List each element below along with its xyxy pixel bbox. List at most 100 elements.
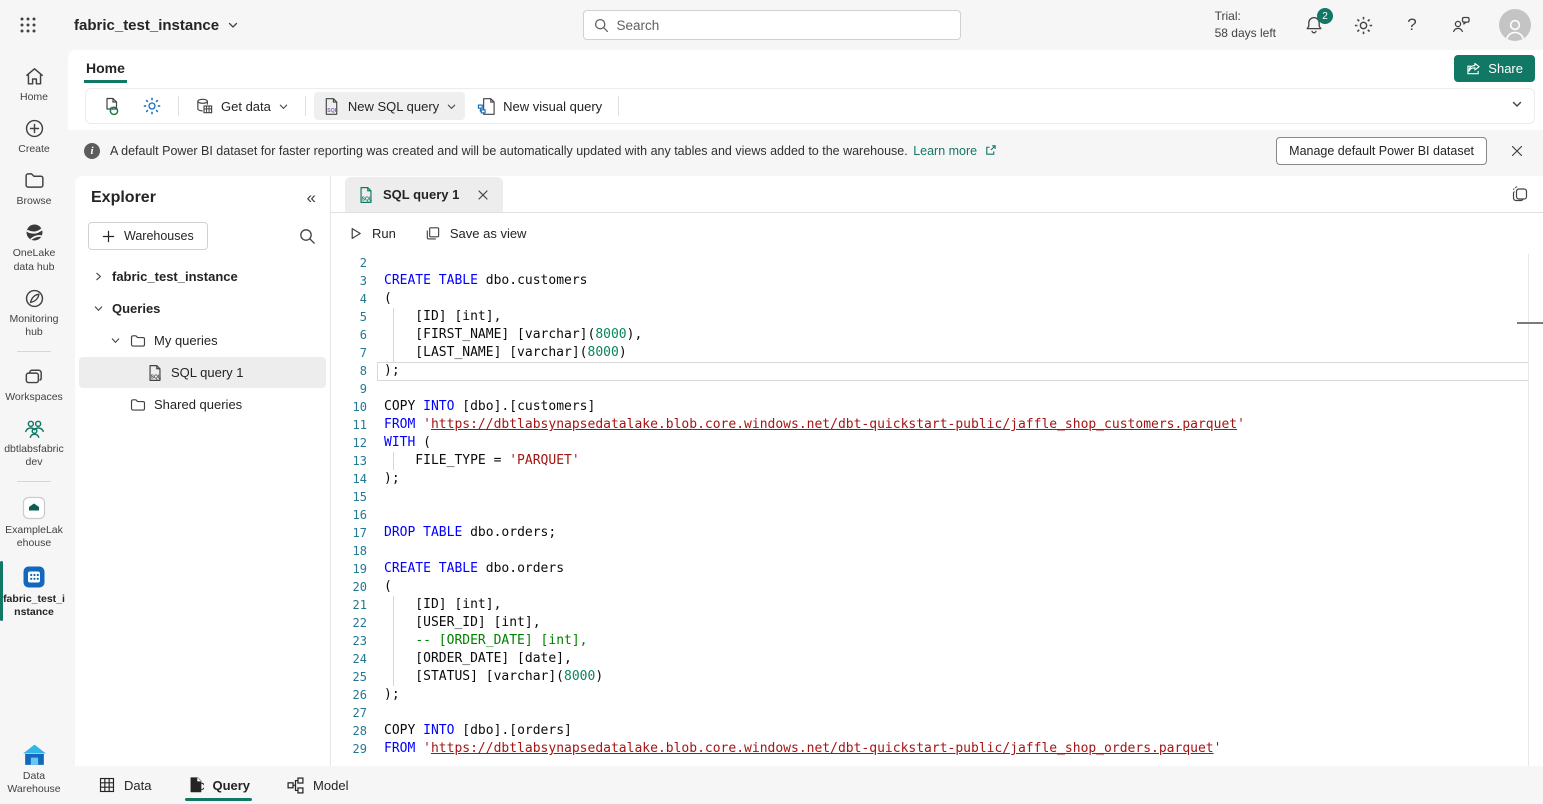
user-avatar[interactable] (1499, 9, 1531, 41)
code-line-24[interactable]: 24 [ORDER_DATE] [date], (331, 650, 1529, 668)
tree-item-fabric-test-instance[interactable]: fabric_test_instance (79, 261, 326, 292)
code-line-3[interactable]: 3CREATE TABLE dbo.customers (331, 272, 1529, 290)
rail-item-create[interactable]: Create (0, 110, 68, 162)
code-line-11[interactable]: 11FROM 'https://dbtlabsynapsedatalake.bl… (331, 416, 1529, 434)
code-text: [ORDER_DATE] [date], (384, 650, 572, 668)
chevron-down-icon[interactable] (91, 303, 105, 314)
code-line-2[interactable]: 2 (331, 254, 1529, 272)
code-line-29[interactable]: 29FROM 'https://dbtlabsynapsedatalake.bl… (331, 740, 1529, 758)
tab-sql-query-1[interactable]: SQL SQL query 1 (345, 177, 503, 212)
browse-icon (23, 169, 46, 192)
rail-item-dbtlabsfabricdev[interactable]: dbtlabsfabricdev (0, 410, 68, 475)
code-line-5[interactable]: 5 [ID] [int], (331, 308, 1529, 326)
rail-item-examplelakehouse[interactable]: ExampleLakehouse (0, 488, 68, 556)
help-icon[interactable]: ? (1401, 14, 1423, 36)
settings-gear-icon[interactable] (1352, 14, 1374, 36)
new-visual-query-button[interactable]: New visual query (469, 92, 610, 120)
code-line-25[interactable]: 25 [STATUS] [varchar](8000) (331, 668, 1529, 686)
add-warehouses-button[interactable]: Warehouses (88, 222, 208, 250)
explorer-search-icon[interactable] (299, 228, 316, 245)
code-line-7[interactable]: 7 [LAST_NAME] [varchar](8000) (331, 344, 1529, 362)
line-number: 22 (331, 614, 367, 632)
feedback-icon[interactable] (1450, 14, 1472, 36)
tree-item-shared-queries[interactable]: Shared queries (79, 389, 326, 420)
tab-title: SQL query 1 (383, 187, 459, 202)
rail-item-label: Create (3, 143, 65, 156)
rail-item-data-warehouse[interactable]: Data Warehouse (0, 736, 68, 802)
app-launcher-icon[interactable] (6, 7, 50, 43)
chevron-right-icon[interactable] (91, 271, 105, 282)
tree-item-queries[interactable]: Queries (79, 293, 326, 324)
code-line-9[interactable]: 9 (331, 380, 1529, 398)
tree-item-sql-query-1[interactable]: SQLSQL query 1 (79, 357, 326, 388)
manage-default-dataset-button[interactable]: Manage default Power BI dataset (1276, 137, 1487, 165)
code-line-15[interactable]: 15 (331, 488, 1529, 506)
code-line-17[interactable]: 17DROP TABLE dbo.orders; (331, 524, 1529, 542)
code-line-20[interactable]: 20( (331, 578, 1529, 596)
copy-stack-icon[interactable] (1511, 185, 1529, 203)
run-button[interactable]: Run (348, 226, 396, 241)
code-line-6[interactable]: 6 [FIRST_NAME] [varchar](8000), (331, 326, 1529, 344)
notifications-bell-icon[interactable]: 2 (1303, 14, 1325, 36)
code-line-4[interactable]: 4( (331, 290, 1529, 308)
chevron-down-icon[interactable] (108, 335, 122, 346)
indent-guide (393, 308, 394, 326)
banner-close-icon[interactable] (1503, 137, 1531, 165)
code-line-21[interactable]: 21 [ID] [int], (331, 596, 1529, 614)
code-text: WITH ( (384, 434, 431, 452)
code-line-18[interactable]: 18 (331, 542, 1529, 560)
line-number: 4 (331, 290, 367, 308)
explorer-panel: Explorer « Warehouses fabric_test_instan… (75, 176, 331, 766)
code-text: [ID] [int], (384, 596, 501, 614)
tree-item-my-queries[interactable]: My queries (79, 325, 326, 356)
rail-item-workspaces[interactable]: Workspaces (0, 358, 68, 410)
code-line-10[interactable]: 10COPY INTO [dbo].[customers] (331, 398, 1529, 416)
line-number: 24 (331, 650, 367, 668)
tab-close-icon[interactable] (475, 187, 491, 203)
settings-button[interactable] (134, 92, 170, 120)
workspace-switcher[interactable]: fabric_test_instance (74, 17, 239, 34)
code-line-22[interactable]: 22 [USER_ID] [int], (331, 614, 1529, 632)
code-line-14[interactable]: 14); (331, 470, 1529, 488)
search-input[interactable] (617, 18, 950, 33)
code-line-16[interactable]: 16 (331, 506, 1529, 524)
code-text: COPY INTO [dbo].[customers] (384, 398, 595, 416)
tree-item-label: My queries (154, 333, 218, 348)
code-text: DROP TABLE dbo.orders; (384, 524, 556, 542)
ribbon-collapse-chevron-icon[interactable] (1510, 97, 1524, 111)
code-line-19[interactable]: 19CREATE TABLE dbo.orders (331, 560, 1529, 578)
view-tab-label: Model (313, 778, 348, 793)
code-line-27[interactable]: 27 (331, 704, 1529, 722)
global-search[interactable] (583, 10, 961, 40)
rail-item-label: Monitoring hub (3, 313, 65, 339)
rail-item-monitoring-hub[interactable]: Monitoring hub (0, 280, 68, 345)
new-sql-query-button[interactable]: SQL New SQL query (314, 92, 465, 120)
code-line-28[interactable]: 28COPY INTO [dbo].[orders] (331, 722, 1529, 740)
share-button[interactable]: Share (1454, 55, 1535, 82)
scrollbar-marker[interactable] (1517, 322, 1543, 324)
editor-tab-strip: SQL SQL query 1 (331, 176, 1543, 213)
collapse-panel-icon[interactable]: « (307, 188, 316, 208)
learn-more-link[interactable]: Learn more (913, 144, 977, 158)
code-line-13[interactable]: 13 FILE_TYPE = 'PARQUET' (331, 452, 1529, 470)
code-line-12[interactable]: 12WITH ( (331, 434, 1529, 452)
line-number: 3 (331, 272, 367, 290)
code-line-8[interactable]: 8); (331, 362, 1529, 380)
lakehouse-icon (21, 495, 47, 521)
code-text: [ID] [int], (384, 308, 501, 326)
rail-item-home[interactable]: Home (0, 58, 68, 110)
line-number: 13 (331, 452, 367, 470)
get-data-button[interactable]: Get data (187, 92, 297, 120)
view-tab-model[interactable]: Model (286, 766, 348, 804)
code-line-26[interactable]: 26); (331, 686, 1529, 704)
view-tab-query[interactable]: Query (187, 766, 250, 804)
save-as-view-button[interactable]: Save as view (424, 225, 527, 242)
refresh-dataset-button[interactable] (94, 92, 130, 120)
view-tab-data[interactable]: Data (98, 766, 151, 804)
tab-home[interactable]: Home (84, 54, 127, 83)
rail-item-fabric-test-instance[interactable]: fabric_test_instance (0, 557, 68, 625)
sql-code-editor[interactable]: 23CREATE TABLE dbo.customers4(5 [ID] [in… (331, 254, 1529, 766)
rail-item-onelake-data-hub[interactable]: OneLake data hub (0, 214, 68, 279)
code-line-23[interactable]: 23 -- [ORDER_DATE] [int], (331, 632, 1529, 650)
rail-item-browse[interactable]: Browse (0, 162, 68, 214)
